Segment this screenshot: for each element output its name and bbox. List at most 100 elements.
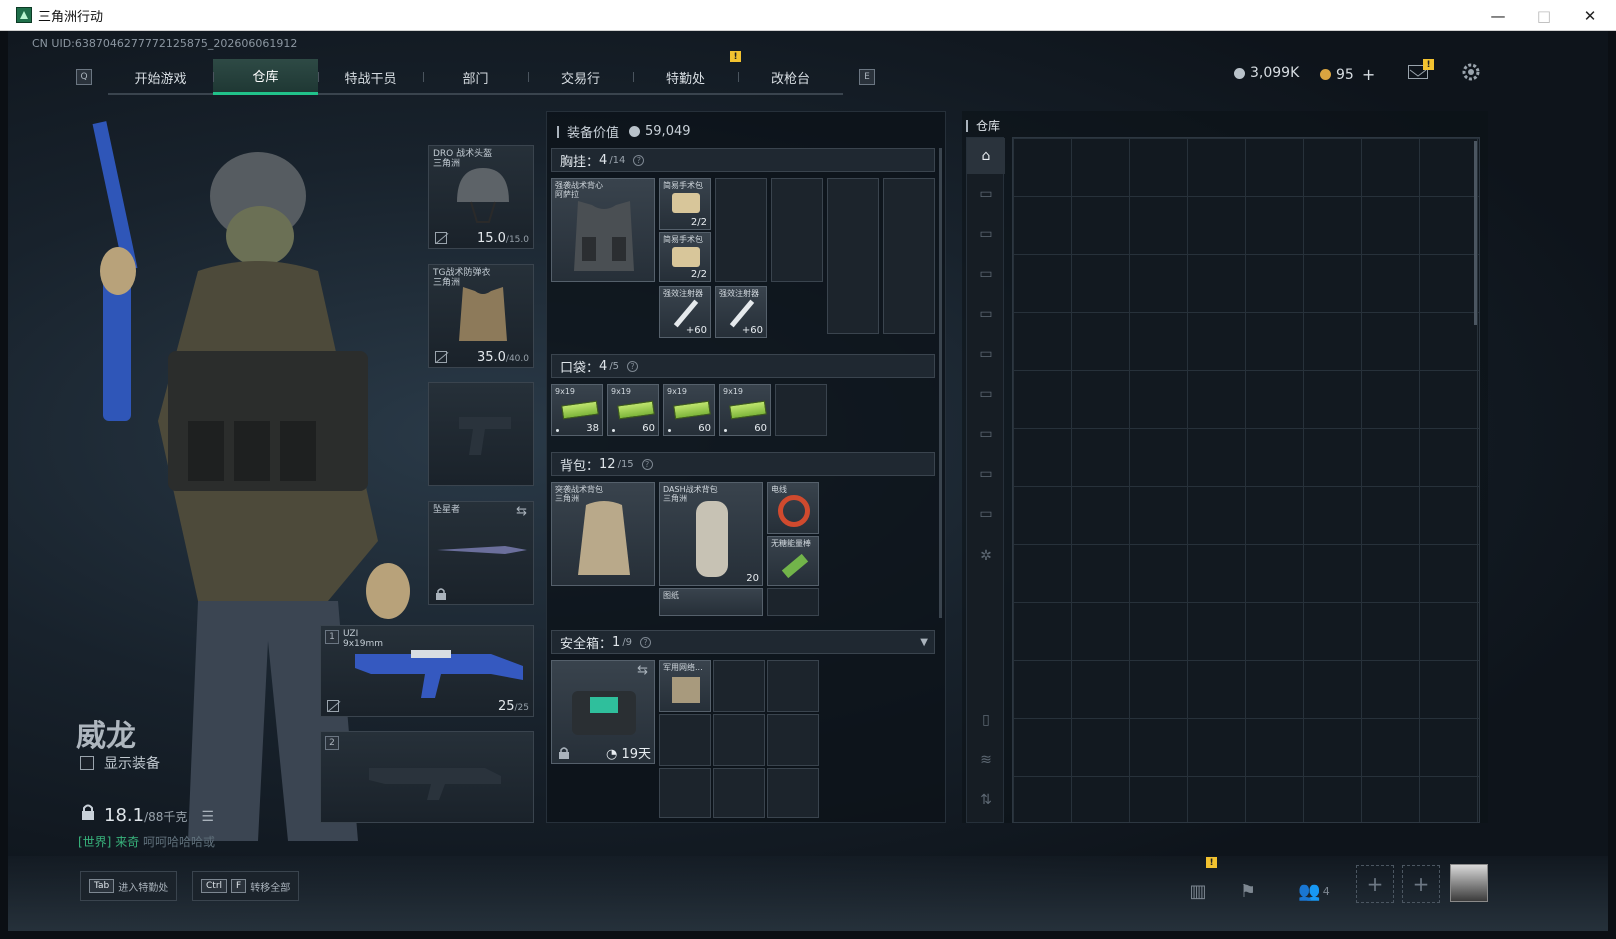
backpack-item-wire[interactable]: 电线 [767,482,819,534]
pistol-slot-empty[interactable] [428,382,534,486]
nav-next-key[interactable]: E [859,69,875,85]
secondary-weapon-slot-empty[interactable]: 2 [320,731,534,823]
close-button[interactable]: ✕ [1567,0,1613,31]
safebox-slot-empty[interactable] [713,660,765,712]
chest-item-injector[interactable]: 强效注射器 +60 [659,286,711,338]
swap-arrows-icon[interactable]: ⇆ [637,663,648,678]
category-tools-icon[interactable]: ▭ [974,342,998,366]
tab-operators[interactable]: 特战干员 [318,59,423,95]
tab-gunsmith[interactable]: 改枪台 [738,59,843,95]
pocket-ammo-item[interactable]: 9x19 60 [607,384,659,436]
backpack-item[interactable]: 突袭战术背包 三角洲 [551,482,655,586]
chest-slot-empty[interactable] [883,178,935,334]
safebox-case-item[interactable]: ⇆ ◔ 19天 [551,660,655,764]
safebox-slot-empty[interactable] [713,768,765,818]
category-ammo-icon[interactable]: ▭ [974,262,998,286]
safebox-slot-empty[interactable] [767,768,819,818]
show-equipment-checkbox[interactable] [80,756,94,770]
backpack-item-energy-bar[interactable]: 无糖能量棒 [767,536,819,586]
warehouse-grid[interactable] [1012,137,1480,823]
primary-weapon-slot[interactable]: 1 UZI 9x19mm 25/25 [320,625,534,717]
category-valuables-icon[interactable]: ▭ [974,462,998,486]
primary-ammo: 25/25 [497,699,529,714]
tab-department[interactable]: 部门 [423,59,528,95]
warehouse-all-icon[interactable]: ⌂ [967,138,1005,174]
safebox-slot-empty[interactable] [659,768,711,818]
category-medical-icon[interactable]: ▭ [974,302,998,326]
player-avatar[interactable] [1450,864,1488,902]
category-armor-icon[interactable]: ▭ [974,222,998,246]
safebox-help-icon[interactable]: ? [640,636,652,648]
safebox-slot-empty[interactable] [713,714,765,766]
category-weapon-icon[interactable]: ▭ [974,182,998,206]
backpack-help-icon[interactable]: ? [641,458,653,470]
backpack-slot-empty[interactable] [767,588,819,616]
add-currency-button[interactable]: + [1362,65,1375,84]
coin-icon [1234,67,1245,79]
invite-slot-button[interactable]: + [1402,865,1440,903]
tab-trading[interactable]: 交易行 [528,59,633,95]
tab-warehouse[interactable]: 仓库 [213,59,318,95]
safebox-slot-empty[interactable] [767,660,819,712]
chest-item-injector[interactable]: 强效注射器 +60 [715,286,767,338]
pocket-help-icon[interactable]: ? [627,360,639,372]
loadout-scrollbar[interactable] [939,148,942,618]
helmet-slot[interactable]: DRO 战术头盔 三角洲 15.0/15.0 [428,145,534,249]
warehouse-extend-icon[interactable]: ▯ [974,708,998,732]
category-materials-icon[interactable]: ▭ [974,382,998,406]
weight-detail-list-icon[interactable]: ☰ [201,809,214,825]
warehouse-stack-icon[interactable]: ≋ [974,748,998,772]
category-misc-icon[interactable]: ▭ [974,502,998,526]
chest-slot-empty[interactable] [715,178,767,282]
hint-enter-special-ops[interactable]: Tab 进入特勤处 [80,871,178,901]
coin-balance[interactable]: 3,099K [1234,65,1299,81]
melee-slot[interactable]: 坠星者 ⇆ [428,501,534,605]
world-chat-line[interactable]: [世界] 来奇 呵呵哈哈哈或 [78,833,215,850]
backpack-dash-pack-item[interactable]: DASH战术背包 三角洲 20 [659,482,763,586]
chat-user: 来奇 [115,835,140,849]
warehouse-scrollbar[interactable] [1474,141,1477,325]
show-equipment-toggle[interactable]: 显示装备 [80,753,160,773]
weight-max: /88千克 [144,810,188,824]
armor-slot[interactable]: TG战术防弹衣 三角洲 35.0/40.0 [428,264,534,368]
minimize-button[interactable]: — [1475,0,1521,31]
tab-start-game[interactable]: 开始游戏 [108,59,213,95]
melee-name: 坠星者 [433,505,461,515]
pocket-ammo-item[interactable]: 9x19 38 [551,384,603,436]
weight-value: 18.1 [104,805,145,826]
ticket-balance[interactable]: 95 + [1320,65,1375,84]
pocket-ammo-item[interactable]: 9x19 60 [663,384,715,436]
chest-item-surgery-kit[interactable]: 简易手术包 2/2 [659,232,711,282]
pocket-slot-empty[interactable] [775,384,827,436]
stats-chart-icon[interactable]: ▥ [1186,879,1210,903]
warehouse-title: 仓库 [966,117,1000,134]
nav-prev-key[interactable]: Q [76,69,92,85]
safebox-slot-empty[interactable] [767,714,819,766]
hint-transfer-all[interactable]: Ctrl F 转移全部 [192,871,300,901]
safebox-item-network-module[interactable]: 军用网络... [659,660,711,712]
pocket-ammo-item[interactable]: 9x19 60 [719,384,771,436]
category-settings-icon[interactable]: ✲ [974,544,998,568]
flag-icon[interactable]: ⚑ [1236,879,1260,903]
tab-special-ops[interactable]: 特勤处 [633,59,738,95]
settings-gear-icon[interactable] [1460,61,1482,83]
chest-rig-item[interactable]: 强袭战术背心 阿萨拉 [551,178,655,282]
swap-arrows-icon[interactable]: ⇆ [516,504,527,519]
warehouse-sort-icon[interactable]: ⇅ [974,788,998,812]
squad-button[interactable]: 👥 4 [1294,879,1334,903]
backpack-capacity: /15 [617,458,634,470]
safebox-slot-empty[interactable] [659,714,711,766]
backpack-item-blueprint[interactable]: 图纸 [659,588,763,616]
chest-slot-empty[interactable] [827,178,879,334]
chest-rig-count: 4 [599,152,608,168]
pin-icon[interactable]: ▼ [920,637,928,648]
invite-slot-button[interactable]: + [1356,865,1394,903]
maximize-button[interactable]: □ [1521,0,1567,31]
safebox-capacity: /9 [622,636,633,648]
chest-item-surgery-kit[interactable]: 简易手术包 2/2 [659,178,711,230]
category-keys-icon[interactable]: ▭ [974,422,998,446]
chest-slot-empty[interactable] [771,178,823,282]
safe-case-icon [572,691,636,735]
chest-rig-help-icon[interactable]: ? [633,154,645,166]
mail-alert-badge: ! [1423,59,1434,70]
